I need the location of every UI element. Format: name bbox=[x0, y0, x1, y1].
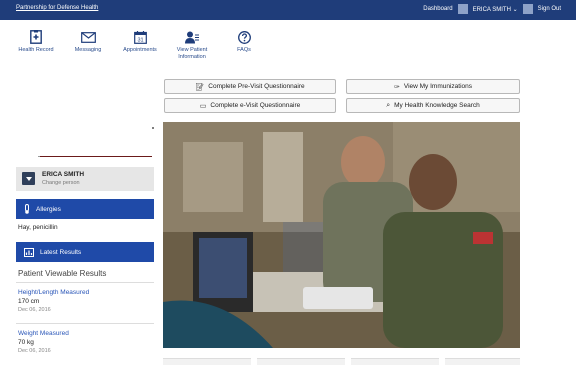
bottom-tile bbox=[351, 358, 439, 365]
latest-results-header[interactable]: Latest Results bbox=[16, 242, 154, 262]
clipboard-icon: 📝︎ bbox=[195, 83, 205, 91]
chevron-down-icon: ⌄ bbox=[512, 6, 518, 13]
calendar-icon: 31 bbox=[133, 30, 147, 44]
top-links: Dashboard ERICA SMITH ⌄ Sign Out bbox=[418, 4, 566, 14]
result-item: Height/Length Measured 170 cm Dec 06, 20… bbox=[18, 289, 154, 313]
allergies-value: Hay, penicillin bbox=[18, 224, 58, 231]
button-label: My Health Knowledge Search bbox=[394, 102, 480, 109]
sign-out-link[interactable]: Sign Out bbox=[533, 5, 566, 13]
nav-label: View Patient Information bbox=[176, 47, 208, 60]
person-selector[interactable]: ERICA SMITH Change person bbox=[16, 167, 154, 191]
syringe-icon: ✑ bbox=[393, 83, 400, 91]
result-item: Weight Measured 70 kg Dec 06, 2016 bbox=[18, 330, 154, 354]
bottom-tile bbox=[163, 358, 251, 365]
button-label: Complete Pre-Visit Questionnaire bbox=[208, 83, 305, 90]
pre-visit-questionnaire-button[interactable]: 📝︎ Complete Pre-Visit Questionnaire bbox=[164, 79, 336, 94]
top-bar: Partnership for Defense Health Dashboard… bbox=[0, 0, 576, 20]
user-menu[interactable]: ERICA SMITH ⌄ bbox=[468, 5, 523, 14]
user-name: ERICA SMITH bbox=[472, 6, 511, 13]
nav-messaging[interactable]: Messaging bbox=[62, 27, 114, 61]
patient-viewable-results-title: Patient Viewable Results bbox=[18, 269, 107, 278]
nav-view-patient-information[interactable]: View Patient Information bbox=[166, 27, 218, 61]
latest-results-title: Latest Results bbox=[40, 248, 82, 256]
divider bbox=[16, 282, 154, 283]
icon-nav: Health Record Messaging 31 Appointments bbox=[10, 27, 270, 61]
e-visit-questionnaire-button[interactable]: ▭ Complete e-Visit Questionnaire bbox=[164, 98, 336, 113]
result-name-link[interactable]: Weight Measured bbox=[18, 330, 154, 337]
person-name: ERICA SMITH bbox=[42, 171, 85, 178]
allergies-title: Allergies bbox=[36, 205, 61, 213]
calendar-day: 31 bbox=[137, 37, 143, 43]
bottom-tile bbox=[257, 358, 345, 365]
dashboard-link[interactable]: Dashboard bbox=[418, 5, 457, 13]
nav-label: Messaging bbox=[74, 47, 102, 53]
photo-illustration bbox=[163, 122, 520, 348]
button-label: Complete e-Visit Questionnaire bbox=[210, 102, 301, 109]
health-knowledge-search-button[interactable]: ⌕ My Health Knowledge Search bbox=[346, 98, 520, 113]
envelope-icon bbox=[80, 31, 96, 43]
result-date: Dec 06, 2016 bbox=[18, 348, 51, 354]
view-immunizations-button[interactable]: ✑ View My Immunizations bbox=[346, 79, 520, 94]
nav-label: Health Record bbox=[18, 47, 54, 53]
result-value: 70 kg bbox=[18, 339, 34, 346]
decorative-dot bbox=[152, 127, 154, 129]
health-record-icon bbox=[30, 30, 42, 44]
thermometer-icon bbox=[25, 204, 29, 214]
divider-line bbox=[38, 156, 152, 157]
divider bbox=[16, 323, 154, 324]
bottom-tile bbox=[445, 358, 520, 365]
question-icon bbox=[237, 30, 251, 44]
result-name-link[interactable]: Height/Length Measured bbox=[18, 289, 154, 296]
nav-appointments[interactable]: 31 Appointments bbox=[114, 27, 166, 61]
allergies-header[interactable]: Allergies bbox=[16, 199, 154, 219]
result-date: Dec 06, 2016 bbox=[18, 307, 51, 313]
result-value: 170 cm bbox=[18, 298, 40, 305]
chart-icon bbox=[24, 247, 34, 257]
brand-link[interactable]: Partnership for Defense Health bbox=[16, 5, 98, 11]
button-label: View My Immunizations bbox=[403, 83, 473, 90]
nav-label: Appointments bbox=[123, 47, 157, 53]
separator bbox=[457, 4, 468, 14]
separator bbox=[522, 4, 533, 14]
change-person-link[interactable]: Change person bbox=[42, 180, 80, 186]
chevron-down-icon[interactable] bbox=[22, 172, 35, 185]
search-icon: ⌕ bbox=[386, 101, 391, 109]
nav-health-record[interactable]: Health Record bbox=[10, 27, 62, 61]
patient-icon bbox=[185, 31, 199, 43]
monitor-icon: ▭ bbox=[199, 102, 207, 110]
hero-photo bbox=[163, 122, 520, 348]
nav-faqs[interactable]: FAQs bbox=[218, 27, 270, 61]
nav-label: FAQs bbox=[237, 47, 251, 53]
